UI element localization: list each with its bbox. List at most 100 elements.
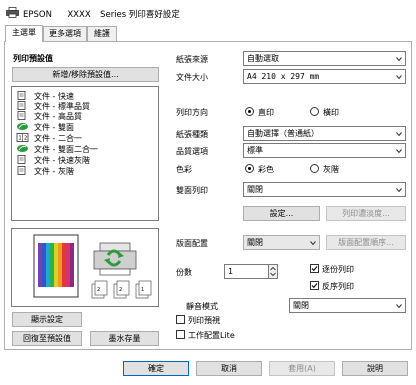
- pages-per-sheet-icon: 12: [16, 133, 29, 142]
- preset-label: 文件 - 雙面: [34, 123, 74, 132]
- print-density-button[interactable]: 列印濃淡度...: [326, 206, 406, 221]
- quality-value: 標準: [247, 146, 263, 155]
- eco-icon: [17, 145, 28, 152]
- chevron-down-icon: [310, 240, 316, 245]
- print-preview-label: 列印預視: [188, 316, 220, 325]
- svg-text:1: 1: [141, 287, 144, 293]
- quiet-mode-label: 靜音模式: [186, 302, 218, 311]
- brand-name: EPSON: [23, 10, 52, 20]
- collate-checkbox[interactable]: [310, 264, 319, 273]
- orientation-landscape-label: 橫印: [323, 108, 339, 117]
- chevron-down-icon: [396, 148, 402, 153]
- svg-text:2: 2: [24, 136, 27, 142]
- quality-label: 品質選項: [176, 147, 208, 156]
- presets-heading: 列印預設值: [13, 54, 53, 63]
- multi-page-label: 版面配置: [176, 239, 208, 248]
- preset-label: 文件 - 雙面二合一: [34, 145, 98, 154]
- svg-text:2: 2: [119, 287, 122, 293]
- title-bar: EPSON XXXX Series 列印喜好設定: [0, 0, 416, 24]
- ink-levels-button[interactable]: 墨水存量: [90, 331, 159, 346]
- chevron-down-icon: [396, 56, 402, 61]
- help-button[interactable]: 說明: [342, 361, 408, 376]
- paper-size-value: A4 210 x 297 mm: [247, 72, 320, 81]
- svg-text:2: 2: [97, 287, 100, 293]
- document-icon: [17, 101, 26, 110]
- quality-select[interactable]: 標準: [243, 143, 406, 158]
- restore-defaults-button[interactable]: 回復至預設值: [12, 331, 82, 346]
- color-label: 色彩: [176, 165, 192, 174]
- multi-page-value: 關閉: [247, 238, 263, 247]
- two-sided-value: 關閉: [247, 185, 263, 194]
- paper-type-label: 紙張種類: [176, 130, 208, 139]
- document-icon: [17, 91, 26, 100]
- color-color-label: 彩色: [258, 165, 274, 174]
- window-title-text: Series 列印喜好設定: [100, 10, 180, 20]
- quiet-mode-value: 關閉: [293, 301, 309, 310]
- copies-input[interactable]: 1: [224, 264, 269, 279]
- preview-graphic: 2 2 1: [33, 234, 152, 299]
- color-color-radio[interactable]: [245, 164, 254, 173]
- quiet-mode-select[interactable]: 關閉: [289, 298, 406, 313]
- chevron-down-icon: [396, 131, 402, 136]
- svg-text:1: 1: [19, 136, 22, 142]
- preset-label: 文件 - 灰階: [34, 167, 74, 176]
- document-icon: [17, 155, 26, 164]
- model-name: XXXX: [67, 10, 91, 20]
- checkmark-icon: [311, 283, 318, 289]
- tab-more-options[interactable]: 更多選項: [43, 26, 87, 41]
- collate-label: 逐份列印: [322, 265, 354, 274]
- paper-size-label: 文件大小: [176, 73, 208, 82]
- chevron-down-icon: [396, 74, 402, 79]
- color-swatch-icon: [38, 243, 74, 287]
- paper-type-select[interactable]: 自動選擇（普通紙）: [243, 126, 406, 141]
- chevron-down-icon: [396, 303, 402, 308]
- chevron-down-icon: [396, 187, 402, 192]
- orientation-portrait-label: 直印: [258, 108, 274, 117]
- orientation-label: 列印方向: [176, 108, 208, 117]
- copies-label: 份數: [176, 268, 192, 277]
- two-sided-select[interactable]: 關閉: [243, 182, 406, 197]
- two-sided-settings-button[interactable]: 設定...: [243, 206, 320, 221]
- print-preview-illustration: 2 2 1: [11, 228, 159, 307]
- tab-bar: 主選單 更多選項 維護: [0, 25, 416, 42]
- color-grayscale-label: 灰階: [323, 165, 339, 174]
- color-grayscale-radio[interactable]: [310, 164, 319, 173]
- reverse-order-checkbox[interactable]: [310, 281, 319, 290]
- printer-app-icon: [6, 7, 19, 18]
- copies-value: 1: [228, 267, 234, 276]
- multi-page-select[interactable]: 關閉: [243, 235, 320, 250]
- show-settings-button[interactable]: 顯示設定: [12, 312, 82, 327]
- paper-stack-icon: 2 2 1: [91, 280, 152, 299]
- orientation-landscape-radio[interactable]: [310, 107, 319, 116]
- ok-button[interactable]: 確定: [123, 361, 189, 376]
- job-arranger-lite-checkbox[interactable]: [176, 330, 185, 339]
- checkmark-icon: [311, 266, 318, 272]
- tab-maintenance[interactable]: 維護: [87, 26, 117, 41]
- page-order-button[interactable]: 版面配置順序...: [326, 235, 406, 250]
- document-icon: [17, 111, 26, 120]
- printer-icon: [93, 242, 137, 276]
- paper-source-value: 自動選取: [247, 54, 279, 63]
- job-arranger-lite-label: 工作配置Lite: [188, 331, 235, 340]
- preset-label: 文件 - 高品質: [34, 112, 82, 121]
- preset-label: 文件 - 二合一: [34, 134, 82, 143]
- copies-stepper[interactable]: [269, 264, 278, 279]
- apply-button[interactable]: 套用(A): [269, 361, 335, 376]
- stepper-arrows-icon: [270, 266, 276, 277]
- reverse-order-label: 反序列印: [322, 282, 354, 291]
- cancel-button[interactable]: 取消: [196, 361, 262, 376]
- print-preview-checkbox[interactable]: [176, 315, 185, 324]
- window-title: EPSON XXXX Series 列印喜好設定: [23, 8, 180, 20]
- paper-source-select[interactable]: 自動選取: [243, 51, 406, 66]
- orientation-portrait-radio[interactable]: [245, 107, 254, 116]
- add-remove-presets-button[interactable]: 新增/移除預設值...: [12, 67, 159, 82]
- paper-size-select[interactable]: A4 210 x 297 mm: [243, 69, 406, 84]
- document-icon: [17, 166, 26, 175]
- presets-list[interactable]: 文件 - 快速 文件 - 標準品質 文件 - 高品質 文件 - 雙面 12 文件…: [11, 86, 159, 221]
- eco-icon: [17, 123, 28, 130]
- preset-label: 文件 - 快速灰階: [34, 156, 90, 165]
- paper-type-value: 自動選擇（普通紙）: [247, 129, 319, 138]
- two-sided-label: 雙面列印: [176, 186, 208, 195]
- paper-source-label: 紙張來源: [176, 55, 208, 64]
- tab-main[interactable]: 主選單: [5, 25, 43, 42]
